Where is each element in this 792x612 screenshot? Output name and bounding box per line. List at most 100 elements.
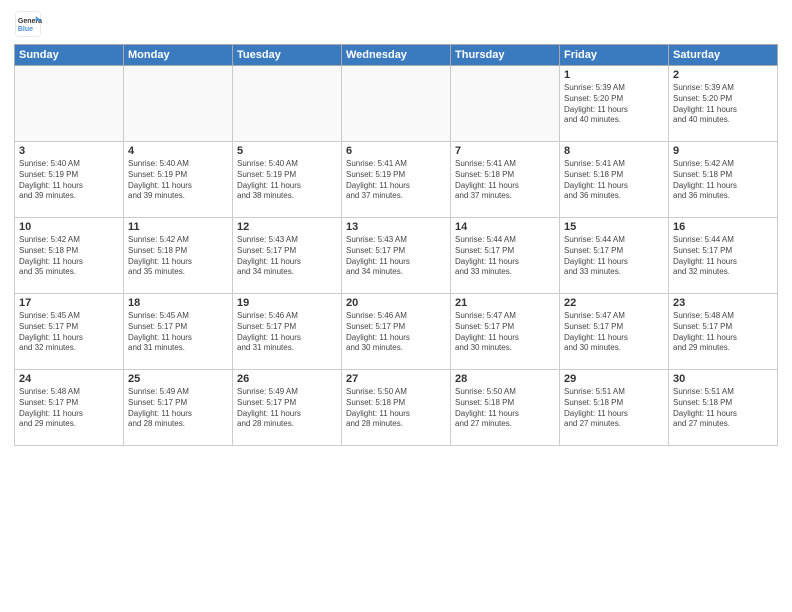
day-info: Sunrise: 5:51 AM Sunset: 5:18 PM Dayligh… xyxy=(564,387,664,430)
calendar-cell: 7 Sunrise: 5:41 AM Sunset: 5:18 PM Daylig… xyxy=(451,142,560,218)
day-number: 24 xyxy=(19,373,119,385)
calendar-cell: 15 Sunrise: 5:44 AM Sunset: 5:17 PM Dayli… xyxy=(560,218,669,294)
calendar-cell: 26 Sunrise: 5:49 AM Sunset: 5:17 PM Dayli… xyxy=(233,370,342,446)
calendar-cell: 13 Sunrise: 5:43 AM Sunset: 5:17 PM Dayli… xyxy=(342,218,451,294)
col-header-thursday: Thursday xyxy=(451,45,560,66)
calendar-cell: 27Sunrise: 5:50 AM Sunset: 5:18 PM Dayli… xyxy=(342,370,451,446)
calendar-cell: 11 Sunrise: 5:42 AM Sunset: 5:18 PM Dayli… xyxy=(124,218,233,294)
day-number: 16 xyxy=(673,221,773,233)
calendar-cell: 28 Sunrise: 5:50 AM Sunset: 5:18 PM Dayli… xyxy=(451,370,560,446)
calendar-cell: 30Sunrise: 5:51 AM Sunset: 5:18 PM Dayli… xyxy=(669,370,778,446)
calendar-cell: 5Sunrise: 5:40 AM Sunset: 5:19 PM Daylig… xyxy=(233,142,342,218)
day-number: 25 xyxy=(128,373,228,385)
day-info: Sunrise: 5:49 AM Sunset: 5:17 PM Dayligh… xyxy=(237,387,337,430)
calendar-table: SundayMondayTuesdayWednesdayThursdayFrid… xyxy=(14,44,778,446)
day-info: Sunrise: 5:42 AM Sunset: 5:18 PM Dayligh… xyxy=(128,235,228,278)
calendar-cell: 9 Sunrise: 5:42 AM Sunset: 5:18 PM Daylig… xyxy=(669,142,778,218)
calendar-cell: 3 Sunrise: 5:40 AM Sunset: 5:19 PM Daylig… xyxy=(15,142,124,218)
col-header-monday: Monday xyxy=(124,45,233,66)
day-info: Sunrise: 5:39 AM Sunset: 5:20 PM Dayligh… xyxy=(564,83,664,126)
week-row-3: 10 Sunrise: 5:42 AM Sunset: 5:18 PM Dayli… xyxy=(15,218,778,294)
day-info: Sunrise: 5:48 AM Sunset: 5:17 PM Dayligh… xyxy=(673,311,773,354)
day-number: 12 xyxy=(237,221,337,233)
calendar-cell: 19 Sunrise: 5:46 AM Sunset: 5:17 PM Dayli… xyxy=(233,294,342,370)
day-info: Sunrise: 5:40 AM Sunset: 5:19 PM Dayligh… xyxy=(128,159,228,202)
calendar-cell: 17Sunrise: 5:45 AM Sunset: 5:17 PM Dayli… xyxy=(15,294,124,370)
day-number: 27 xyxy=(346,373,446,385)
day-info: Sunrise: 5:48 AM Sunset: 5:17 PM Dayligh… xyxy=(19,387,119,430)
day-number: 5 xyxy=(237,145,337,157)
day-number: 14 xyxy=(455,221,555,233)
day-number: 10 xyxy=(19,221,119,233)
day-number: 8 xyxy=(564,145,664,157)
header: General Blue xyxy=(14,10,778,38)
calendar-cell: 1 Sunrise: 5:39 AM Sunset: 5:20 PM Daylig… xyxy=(560,66,669,142)
day-info: Sunrise: 5:47 AM Sunset: 5:17 PM Dayligh… xyxy=(564,311,664,354)
day-info: Sunrise: 5:41 AM Sunset: 5:18 PM Dayligh… xyxy=(564,159,664,202)
day-number: 1 xyxy=(564,69,664,81)
col-header-sunday: Sunday xyxy=(15,45,124,66)
day-info: Sunrise: 5:50 AM Sunset: 5:18 PM Dayligh… xyxy=(455,387,555,430)
calendar-cell: 10 Sunrise: 5:42 AM Sunset: 5:18 PM Dayli… xyxy=(15,218,124,294)
calendar-cell: 22 Sunrise: 5:47 AM Sunset: 5:17 PM Dayli… xyxy=(560,294,669,370)
day-number: 19 xyxy=(237,297,337,309)
day-number: 18 xyxy=(128,297,228,309)
calendar-cell: 23Sunrise: 5:48 AM Sunset: 5:17 PM Dayli… xyxy=(669,294,778,370)
day-info: Sunrise: 5:45 AM Sunset: 5:17 PM Dayligh… xyxy=(128,311,228,354)
calendar-cell xyxy=(342,66,451,142)
calendar-cell: 25 Sunrise: 5:49 AM Sunset: 5:17 PM Dayli… xyxy=(124,370,233,446)
week-row-5: 24 Sunrise: 5:48 AM Sunset: 5:17 PM Dayli… xyxy=(15,370,778,446)
week-row-2: 3 Sunrise: 5:40 AM Sunset: 5:19 PM Daylig… xyxy=(15,142,778,218)
logo-icon: General Blue xyxy=(14,10,42,38)
day-number: 4 xyxy=(128,145,228,157)
day-number: 2 xyxy=(673,69,773,81)
day-number: 20 xyxy=(346,297,446,309)
week-row-4: 17 Sunrise: 5:45 AM Sunset: 5:17 PM Dayli… xyxy=(15,294,778,370)
day-number: 13 xyxy=(346,221,446,233)
day-info: Sunrise: 5:51 AM Sunset: 5:18 PM Dayligh… xyxy=(673,387,773,430)
calendar-cell: 8 Sunrise: 5:41 AM Sunset: 5:18 PM Daylig… xyxy=(560,142,669,218)
calendar-cell: 4 Sunrise: 5:40 AM Sunset: 5:19 PM Daylig… xyxy=(124,142,233,218)
day-info: Sunrise: 5:42 AM Sunset: 5:18 PM Dayligh… xyxy=(19,235,119,278)
calendar-cell: 14 Sunrise: 5:44 AM Sunset: 5:17 PM Dayli… xyxy=(451,218,560,294)
day-number: 6 xyxy=(346,145,446,157)
calendar-cell: 16 Sunrise: 5:44 AM Sunset: 5:17 PM Dayli… xyxy=(669,218,778,294)
svg-text:Blue: Blue xyxy=(18,26,33,33)
calendar-cell: 20 Sunrise: 5:46 AM Sunset: 5:17 PM Dayli… xyxy=(342,294,451,370)
col-header-tuesday: Tuesday xyxy=(233,45,342,66)
day-number: 28 xyxy=(455,373,555,385)
calendar-cell xyxy=(451,66,560,142)
day-number: 7 xyxy=(455,145,555,157)
calendar-cell: 29Sunrise: 5:51 AM Sunset: 5:18 PM Dayli… xyxy=(560,370,669,446)
calendar-header-row: SundayMondayTuesdayWednesdayThursdayFrid… xyxy=(15,45,778,66)
calendar-cell: 24 Sunrise: 5:48 AM Sunset: 5:17 PM Dayli… xyxy=(15,370,124,446)
day-info: Sunrise: 5:49 AM Sunset: 5:17 PM Dayligh… xyxy=(128,387,228,430)
day-number: 9 xyxy=(673,145,773,157)
day-number: 15 xyxy=(564,221,664,233)
day-number: 22 xyxy=(564,297,664,309)
day-info: Sunrise: 5:41 AM Sunset: 5:18 PM Dayligh… xyxy=(455,159,555,202)
day-info: Sunrise: 5:43 AM Sunset: 5:17 PM Dayligh… xyxy=(346,235,446,278)
day-info: Sunrise: 5:46 AM Sunset: 5:17 PM Dayligh… xyxy=(346,311,446,354)
col-header-wednesday: Wednesday xyxy=(342,45,451,66)
day-info: Sunrise: 5:42 AM Sunset: 5:18 PM Dayligh… xyxy=(673,159,773,202)
day-info: Sunrise: 5:47 AM Sunset: 5:17 PM Dayligh… xyxy=(455,311,555,354)
day-number: 3 xyxy=(19,145,119,157)
day-info: Sunrise: 5:40 AM Sunset: 5:19 PM Dayligh… xyxy=(19,159,119,202)
week-row-1: 1 Sunrise: 5:39 AM Sunset: 5:20 PM Daylig… xyxy=(15,66,778,142)
day-number: 11 xyxy=(128,221,228,233)
calendar-cell xyxy=(15,66,124,142)
col-header-friday: Friday xyxy=(560,45,669,66)
calendar-cell: 2Sunrise: 5:39 AM Sunset: 5:20 PM Daylig… xyxy=(669,66,778,142)
day-info: Sunrise: 5:46 AM Sunset: 5:17 PM Dayligh… xyxy=(237,311,337,354)
calendar-cell xyxy=(233,66,342,142)
day-info: Sunrise: 5:44 AM Sunset: 5:17 PM Dayligh… xyxy=(455,235,555,278)
calendar-cell xyxy=(124,66,233,142)
day-number: 17 xyxy=(19,297,119,309)
col-header-saturday: Saturday xyxy=(669,45,778,66)
calendar-cell: 21Sunrise: 5:47 AM Sunset: 5:17 PM Dayli… xyxy=(451,294,560,370)
day-number: 26 xyxy=(237,373,337,385)
calendar-cell: 12Sunrise: 5:43 AM Sunset: 5:17 PM Dayli… xyxy=(233,218,342,294)
day-info: Sunrise: 5:44 AM Sunset: 5:17 PM Dayligh… xyxy=(564,235,664,278)
day-info: Sunrise: 5:44 AM Sunset: 5:17 PM Dayligh… xyxy=(673,235,773,278)
